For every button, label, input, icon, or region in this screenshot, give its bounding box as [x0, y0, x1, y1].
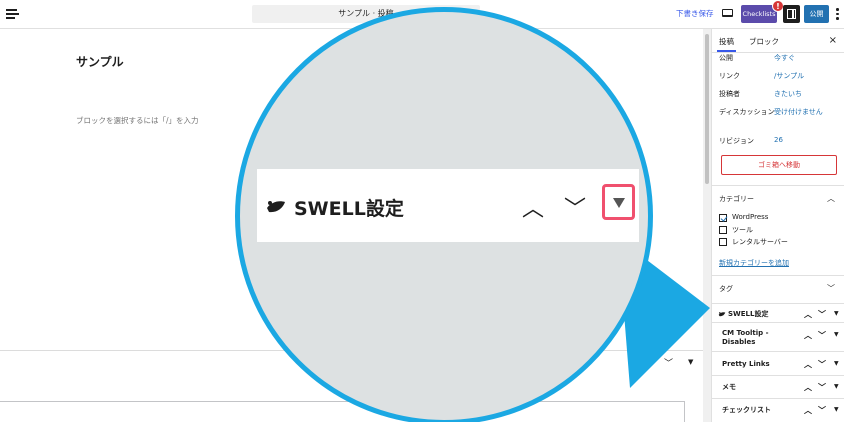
row-value-revisions[interactable]: 26	[774, 136, 783, 144]
row-value-link[interactable]: /サンプル	[774, 71, 804, 81]
chevron-down-icon[interactable]: ﹀	[818, 359, 826, 370]
tab-block[interactable]: ブロック	[749, 36, 779, 47]
post-title[interactable]: サンプル	[76, 53, 124, 70]
chevron-down-icon[interactable]: ﹀	[827, 283, 835, 294]
divider	[712, 351, 844, 352]
row-label-author: 投稿者	[719, 90, 740, 98]
row-value-discussion[interactable]: 受け付けません	[774, 107, 823, 117]
highlighted-toggle-button	[602, 184, 635, 220]
caret-down-icon[interactable]: ▼	[834, 406, 839, 413]
row-value-author[interactable]: きたいち	[774, 89, 802, 99]
preview-icon[interactable]	[722, 9, 733, 17]
chevron-down-icon[interactable]: ﹀	[818, 382, 826, 393]
metabox-controls: ︿ ﹀ ▼	[804, 330, 844, 340]
save-draft-button[interactable]: 下書き保存	[676, 8, 714, 19]
chevron-down-icon[interactable]: ﹀	[818, 405, 826, 416]
tab-post[interactable]: 投稿	[717, 36, 736, 52]
magnified-swell-title: SWELL設定	[294, 198, 404, 220]
row-value-publish[interactable]: 今すぐ	[774, 53, 795, 63]
divider	[712, 398, 844, 399]
chevron-up-icon[interactable]: ︿	[804, 405, 812, 416]
caret-down-icon[interactable]: ▼	[834, 310, 839, 317]
metabox-controls: ︿ ﹀ ▼	[804, 359, 844, 369]
menu-icon[interactable]	[6, 8, 20, 20]
cm-tooltip-title[interactable]: CM Tooltip - Disables	[722, 329, 792, 347]
chevron-up-icon[interactable]: ︿	[804, 359, 812, 370]
category-label: ツール	[732, 226, 753, 234]
chevron-down-icon[interactable]: ﹀	[818, 330, 826, 341]
checkbox-checked[interactable]	[719, 214, 727, 222]
chevron-up-icon[interactable]: ︿	[827, 193, 835, 204]
metabox-controls: ︿ ﹀ ▼	[804, 382, 844, 392]
chevron-up-icon[interactable]: ︿	[804, 382, 812, 393]
divider	[712, 375, 844, 376]
block-placeholder[interactable]: ブロックを選択するには「/」を入力	[76, 115, 199, 126]
swell-logo-icon	[718, 312, 726, 317]
magnifier-callout: SWELL設定 ︿ ﹀	[235, 7, 653, 422]
settings-sidebar: 投稿 ブロック × 公開 今すぐ リンク /サンプル 投稿者 きたいち ディスカ…	[711, 29, 844, 422]
caret-down-icon[interactable]: ▼	[834, 331, 839, 338]
checkbox[interactable]	[719, 226, 727, 234]
caret-down-icon[interactable]: ▼	[834, 383, 839, 390]
memo-title[interactable]: メモ	[722, 383, 736, 392]
swell-logo-icon	[267, 201, 285, 213]
row-label-link: リンク	[719, 72, 740, 80]
settings-panel-toggle[interactable]	[783, 5, 800, 23]
divider	[712, 185, 844, 186]
chevron-up-icon[interactable]: ︿	[804, 330, 812, 341]
tags-heading[interactable]: タグ	[719, 284, 733, 294]
chevron-up-icon[interactable]: ︿	[804, 309, 812, 320]
row-label-publish: 公開	[719, 54, 733, 62]
scrollbar-thumb[interactable]	[705, 34, 709, 184]
checkbox[interactable]	[719, 238, 727, 246]
sidebar-icon	[787, 9, 796, 19]
checklist-title[interactable]: チェックリスト	[722, 406, 771, 415]
caret-down-icon	[613, 198, 625, 208]
row-label-discussion: ディスカッション	[719, 108, 775, 116]
metabox-controls: ︿ ﹀ ▼	[804, 309, 844, 319]
divider	[712, 275, 844, 276]
options-kebab-icon[interactable]	[836, 8, 839, 20]
chevron-up-icon: ︿	[522, 197, 545, 222]
caret-down-icon[interactable]: ▼	[834, 360, 839, 367]
meta-box-frame	[0, 401, 685, 422]
categories-heading[interactable]: カテゴリー	[719, 194, 754, 204]
add-new-category-link[interactable]: 新規カテゴリーを追加	[719, 258, 789, 268]
chevron-down-icon[interactable]: ﹀	[818, 309, 826, 320]
move-to-trash-button[interactable]: ゴミ箱へ移動	[721, 155, 837, 175]
pretty-links-title[interactable]: Pretty Links	[722, 360, 770, 369]
magnified-swell-panel: SWELL設定 ︿ ﹀	[257, 169, 639, 242]
sidebar-tabs: 投稿 ブロック ×	[712, 29, 844, 53]
metabox-controls: ︿ ﹀ ▼	[804, 405, 844, 415]
chevron-down-icon: ﹀	[564, 197, 587, 222]
category-label: WordPress	[732, 213, 769, 221]
divider	[712, 303, 844, 304]
divider	[712, 322, 844, 323]
swell-settings-title[interactable]: SWELL設定	[728, 310, 768, 319]
category-label: レンタルサーバー	[732, 238, 788, 246]
close-icon[interactable]: ×	[829, 35, 837, 46]
row-label-revisions: リビジョン	[719, 137, 754, 145]
publish-button[interactable]: 公開	[804, 5, 829, 23]
